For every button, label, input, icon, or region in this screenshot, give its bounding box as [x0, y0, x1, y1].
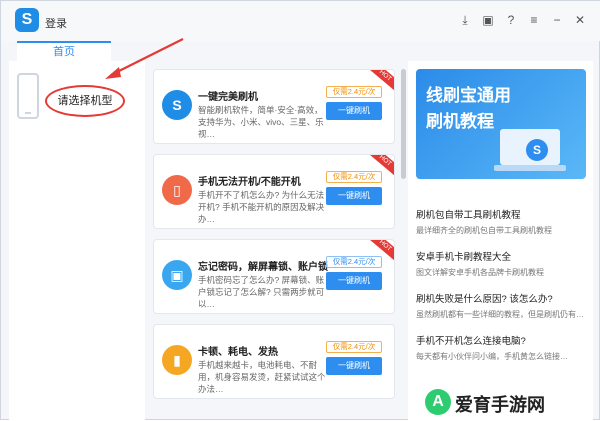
close-icon[interactable]: ✕ [573, 13, 587, 27]
lock-phone-icon: ▣ [162, 260, 192, 290]
phone-icon: ▯ [162, 175, 192, 205]
card-desc: 手机密码忘了怎么办? 屏幕锁、账户锁忘记了怎么解? 只需两步就可以… [198, 275, 325, 309]
flash-button[interactable]: 一键刷机 [326, 102, 382, 120]
flash-button[interactable]: 一键刷机 [326, 357, 382, 375]
card-desc: 手机开不了机怎么办? 为什么无法开机? 手机不能开机的原因及解决办… [198, 190, 325, 224]
price-badge: 仅需2.4元/次 [326, 171, 382, 183]
card-title: 一键完美刷机 [198, 92, 258, 103]
article-desc: 每天都有小伙伴问小编，手机黄怎么链接… [416, 352, 568, 361]
article-title[interactable]: 刷机失败是什么原因? 该怎么办? [416, 291, 588, 305]
article-item[interactable]: 手机不开机怎么连接电脑? 每天都有小伙伴问小编，手机黄怎么链接… [416, 333, 588, 362]
article-item[interactable]: 刷机包自带工具刷机教程 最详细齐全的刷机包自带工具刷机教程 [416, 207, 588, 236]
price-badge: 仅需2.4元/次 [326, 256, 382, 268]
article-desc: 虽然刷机都有一些详细的教程，但是刷机仍有… [416, 310, 584, 319]
title-bar: S 登录 ⤓ ▣ ? ≡ − ✕ [1, 1, 600, 41]
article-item[interactable]: 安卓手机卡刷教程大全 图文详解安卓手机各品牌卡刷机教程 [416, 249, 588, 278]
card-one-click-flash[interactable]: S 一键完美刷机 智能刷机软件，简单·安全·高效，支持华为、小米、vivo、三星… [153, 69, 395, 144]
briefcase-icon[interactable]: ▣ [481, 13, 495, 27]
card-title: 手机无法开机/不能开机 [198, 177, 301, 188]
select-model-button[interactable]: 请选择机型 [45, 85, 125, 117]
tutorial-banner[interactable]: 线刷宝通用 刷机教程 S [416, 69, 586, 179]
card-desc: 手机越来越卡，电池耗电、不耐用，机身容易发烫，赶紧试试这个办法… [198, 360, 326, 394]
download-icon[interactable]: ⤓ [458, 13, 472, 27]
feature-list-scrollbar[interactable] [401, 69, 406, 179]
article-title[interactable]: 刷机包自带工具刷机教程 [416, 207, 588, 221]
feature-list: S 一键完美刷机 智能刷机软件，简单·安全·高效，支持华为、小米、vivo、三星… [153, 69, 395, 421]
flash-button[interactable]: 一键刷机 [326, 272, 382, 290]
banner-logo-icon: S [526, 139, 548, 161]
card-cannot-boot[interactable]: ▯ 手机无法开机/不能开机 手机开不了机怎么办? 为什么无法开机? 手机不能开机… [153, 154, 395, 229]
window-controls: ⤓ ▣ ? ≡ − ✕ [458, 13, 587, 27]
banner-title-line2: 刷机教程 [426, 112, 494, 131]
phone-placeholder-icon [17, 73, 39, 119]
article-item[interactable]: 刷机失败是什么原因? 该怎么办? 虽然刷机都有一些详细的教程，但是刷机仍有… [416, 291, 588, 320]
app-logo-icon: S [15, 8, 39, 32]
card-lag-battery[interactable]: ▮ 卡顿、耗电、发热 手机越来越卡，电池耗电、不耐用，机身容易发烫，赶紧试试这个… [153, 324, 395, 399]
card-desc: 智能刷机软件，简单·安全·高效，支持华为、小米、vivo、三星、乐视… [198, 105, 324, 139]
left-panel: 请选择机型 [9, 61, 145, 421]
article-desc: 图文详解安卓手机各品牌卡刷机教程 [416, 268, 544, 277]
article-title[interactable]: 手机不开机怎么连接电脑? [416, 333, 588, 347]
card-title: 忘记密码，解屏幕锁、账户锁 [198, 262, 328, 273]
right-panel: 线刷宝通用 刷机教程 S 刷机包自带工具刷机教程 最详细齐全的刷机包自带工具刷机… [408, 61, 593, 421]
menu-icon[interactable]: ≡ [527, 13, 541, 27]
watermark-text: 爱育手游网 [455, 395, 545, 415]
flash-button[interactable]: 一键刷机 [326, 187, 382, 205]
banner-title-line1: 线刷宝通用 [426, 86, 511, 105]
price-badge: 仅需2.4元/次 [326, 341, 382, 353]
article-desc: 最详细齐全的刷机包自带工具刷机教程 [416, 226, 552, 235]
card-forgot-password[interactable]: ▣ 忘记密码，解屏幕锁、账户锁 手机密码忘了怎么办? 屏幕锁、账户锁忘记了怎么解… [153, 239, 395, 314]
price-badge: 仅需2.4元/次 [326, 86, 382, 98]
lightning-logo-icon: S [162, 90, 192, 120]
minimize-icon[interactable]: − [550, 13, 564, 27]
help-icon[interactable]: ? [504, 13, 518, 27]
article-title[interactable]: 安卓手机卡刷教程大全 [416, 249, 588, 263]
card-title: 卡顿、耗电、发热 [198, 347, 278, 358]
battery-icon: ▮ [162, 345, 192, 375]
app-window: S 登录 ⤓ ▣ ? ≡ − ✕ 首页 请选择机型 S 一键完美刷机 智能刷机软… [0, 0, 600, 421]
watermark: A 爱育手游网 [425, 389, 595, 415]
login-link[interactable]: 登录 [45, 15, 67, 31]
watermark-logo-icon: A [425, 389, 451, 415]
